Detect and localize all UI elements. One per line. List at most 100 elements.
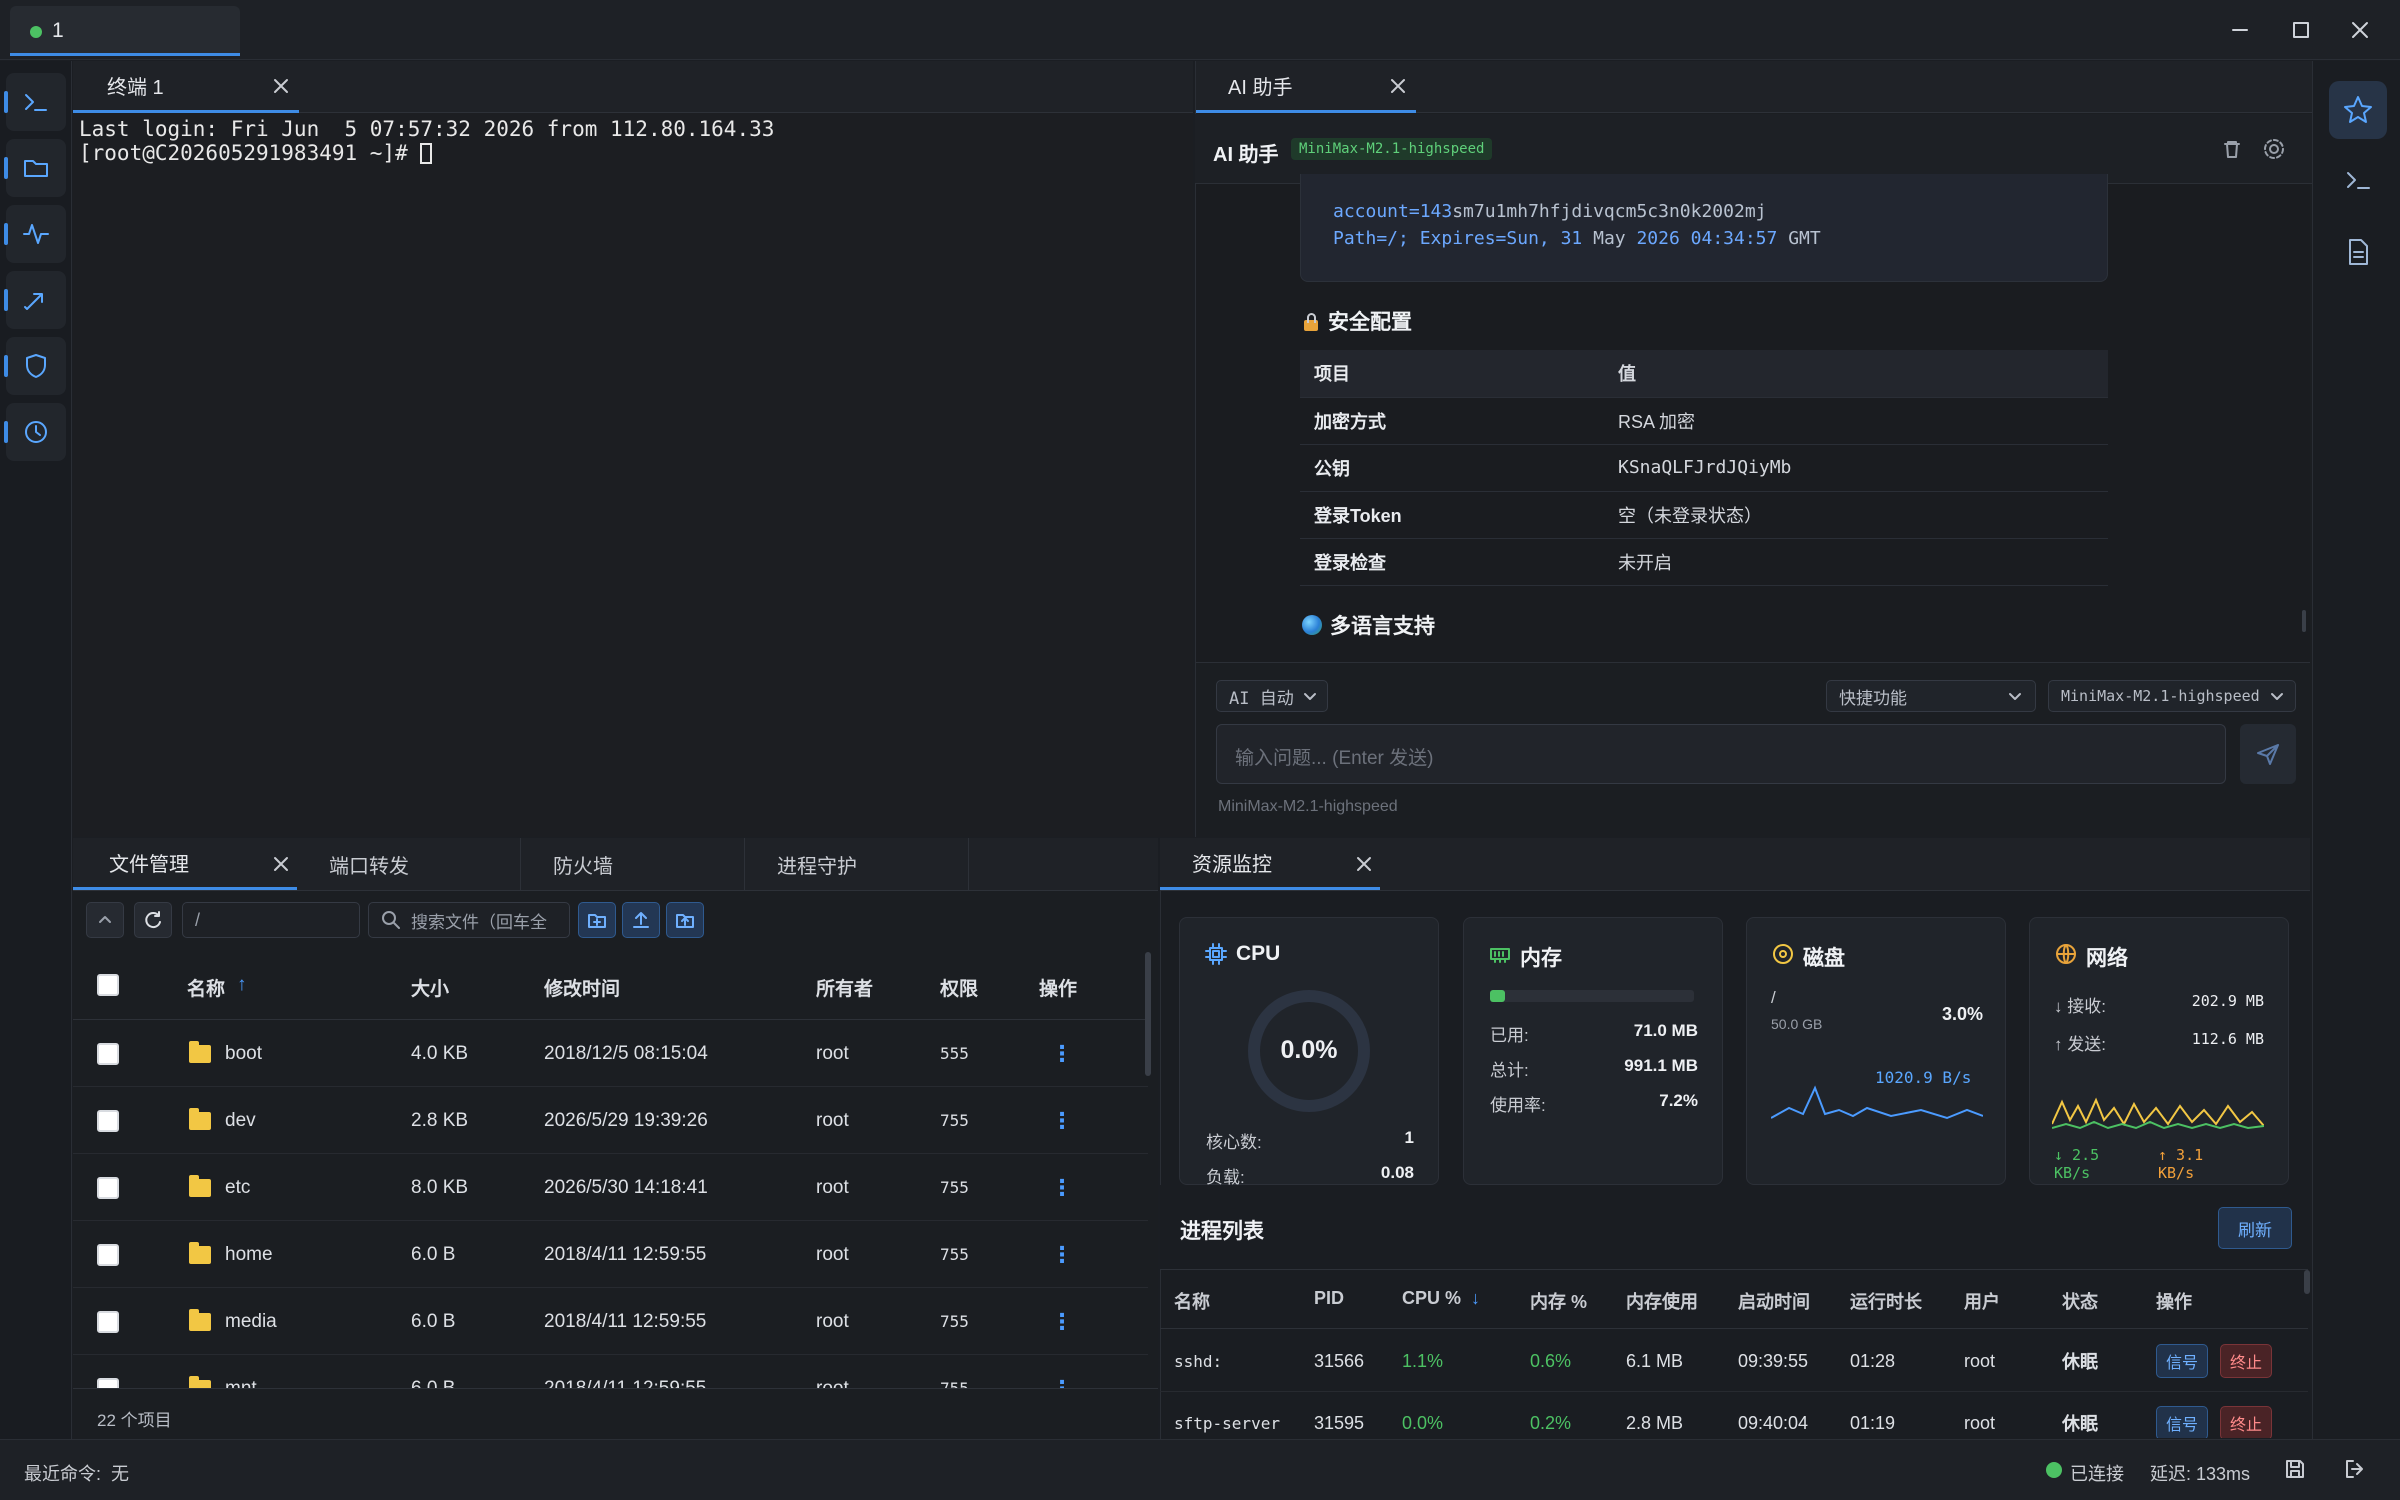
signal-button[interactable]: 信号 — [2156, 1344, 2208, 1378]
recent-label: 最近命令: — [24, 1464, 102, 1484]
close-file-tab-icon[interactable] — [269, 852, 293, 876]
minimize-button[interactable] — [2222, 12, 2258, 48]
notes-button[interactable] — [2329, 223, 2387, 281]
tab-terminal-1[interactable]: 终端 1 — [73, 61, 299, 113]
parent-dir-button[interactable] — [86, 902, 124, 938]
file-name-cell[interactable]: home — [189, 1221, 273, 1288]
tab-process-guard[interactable]: 进程守护 — [747, 838, 969, 890]
col-user[interactable]: 用户 — [1964, 1288, 2000, 1314]
file-name-cell[interactable]: dev — [189, 1087, 256, 1154]
divider — [1196, 662, 2310, 663]
file-row[interactable]: home 6.0 B 2018/4/11 12:59:55 root 755 ⋮ — [73, 1221, 1148, 1288]
chat-scrollbar[interactable] — [2302, 610, 2306, 632]
row-menu-icon[interactable]: ⋮ — [1051, 1221, 1073, 1288]
save-button[interactable] — [2282, 1456, 2308, 1482]
ai-settings-button[interactable] — [2261, 136, 2287, 162]
col-name[interactable]: 名称 — [1174, 1288, 1210, 1314]
close-window-button[interactable] — [2342, 12, 2378, 48]
col-state[interactable]: 状态 — [2062, 1288, 2098, 1314]
select-all-checkbox[interactable] — [97, 974, 119, 996]
sidebar-terminal-button[interactable] — [4, 73, 66, 131]
file-row[interactable]: mnt 6.0 B 2018/4/11 12:59:55 root 755 ⋮ — [73, 1355, 1148, 1388]
tab-resource-monitor[interactable]: 资源监控 — [1160, 838, 1380, 890]
close-monitor-tab-icon[interactable] — [1352, 852, 1376, 876]
row-menu-icon[interactable]: ⋮ — [1051, 1087, 1073, 1154]
file-owner: root — [816, 1176, 849, 1198]
tab-ai-assistant[interactable]: AI 助手 — [1196, 61, 1416, 113]
sidebar-security-button[interactable] — [4, 337, 66, 395]
tab-firewall[interactable]: 防火墙 — [523, 838, 745, 890]
send-button[interactable] — [2240, 724, 2296, 784]
col-mem-used[interactable]: 内存使用 — [1626, 1288, 1698, 1314]
row-checkbox-cell — [97, 1154, 119, 1221]
quick-function-select[interactable]: 快捷功能 — [1826, 680, 2036, 712]
tab-label: 防火墙 — [553, 855, 613, 878]
process-row[interactable]: sshd: 31566 1.1% 0.6% 6.1 MB 09:39:55 01:28 roo… — [1160, 1330, 2308, 1392]
path-input[interactable]: / — [182, 902, 360, 938]
perm-column-header[interactable]: 权限 — [940, 974, 978, 1001]
row-checkbox-cell — [97, 1020, 119, 1087]
file-row[interactable]: media 6.0 B 2018/4/11 12:59:55 root 755 ⋮ — [73, 1288, 1148, 1355]
quick-terminal-button[interactable] — [2329, 151, 2387, 209]
process-row[interactable]: sftp-server 31595 0.0% 0.2% 2.8 MB 09:40:04 01… — [1160, 1392, 2308, 1438]
logout-button[interactable] — [2342, 1456, 2368, 1482]
security-table: 项目值 加密方式 RSA 加密 公钥 KSnaQLFJrdJQiyMb 登录Toke… — [1300, 350, 2108, 586]
sidebar-forward-button[interactable] — [4, 271, 66, 329]
col-pid[interactable]: PID — [1314, 1288, 1344, 1309]
process-scrollbar[interactable] — [2304, 1270, 2310, 1294]
favorites-button[interactable] — [2329, 81, 2387, 139]
ai-question-input[interactable]: 输入问题... (Enter 发送) — [1216, 724, 2226, 784]
upload-folder-button[interactable] — [666, 902, 704, 938]
new-folder-button[interactable] — [578, 902, 616, 938]
row-checkbox[interactable] — [97, 1377, 119, 1388]
file-row[interactable]: etc 8.0 KB 2026/5/30 14:18:41 root 755 ⋮ — [73, 1154, 1148, 1221]
col-uptime[interactable]: 运行时长 — [1850, 1288, 1922, 1314]
row-checkbox[interactable] — [97, 1042, 119, 1065]
process-start-time: 09:39:55 — [1738, 1350, 1809, 1371]
close-ai-tab-icon[interactable] — [1386, 74, 1410, 98]
refresh-files-button[interactable] — [134, 902, 172, 938]
window-tab[interactable]: 1 — [10, 6, 240, 56]
row-checkbox[interactable] — [97, 1109, 119, 1132]
file-row[interactable]: dev 2.8 KB 2026/5/29 19:39:26 root 755 ⋮ — [73, 1087, 1148, 1154]
size-column-header[interactable]: 大小 — [411, 974, 449, 1001]
file-name-cell[interactable]: mnt — [189, 1355, 257, 1388]
col-cpu[interactable]: CPU % ↓ — [1402, 1288, 1480, 1309]
multilang-section-heading: 多语言支持 — [1302, 610, 1435, 640]
row-menu-icon[interactable]: ⋮ — [1051, 1020, 1073, 1087]
sidebar-files-button[interactable] — [4, 139, 66, 197]
ai-mode-select[interactable]: AI 自动 — [1216, 680, 1328, 712]
file-name-cell[interactable]: boot — [189, 1020, 262, 1087]
upload-button[interactable] — [622, 902, 660, 938]
kill-button[interactable]: 终止 — [2220, 1344, 2272, 1378]
terminal-output[interactable]: Last login: Fri Jun 5 07:57:32 2026 from… — [73, 113, 1193, 837]
file-search-input[interactable]: 搜索文件（回车全 — [368, 902, 570, 938]
col-start[interactable]: 启动时间 — [1738, 1288, 1810, 1314]
star-icon — [2344, 96, 2372, 123]
owner-column-header[interactable]: 所有者 — [816, 974, 873, 1001]
name-column-header[interactable]: 名称 ↑ — [187, 974, 247, 1001]
maximize-button[interactable] — [2282, 12, 2318, 48]
row-menu-icon[interactable]: ⋮ — [1051, 1154, 1073, 1221]
row-checkbox[interactable] — [97, 1310, 119, 1333]
model-select[interactable]: MiniMax-M2.1-highspeed — [2048, 680, 2296, 712]
mtime-column-header[interactable]: 修改时间 — [544, 974, 620, 1001]
refresh-processes-button[interactable]: 刷新 — [2218, 1207, 2292, 1249]
row-checkbox[interactable] — [97, 1243, 119, 1266]
sidebar-monitor-button[interactable] — [4, 205, 66, 263]
tab-port-forward[interactable]: 端口转发 — [299, 838, 521, 890]
signal-button[interactable]: 信号 — [2156, 1406, 2208, 1438]
kill-button[interactable]: 终止 — [2220, 1406, 2272, 1438]
close-terminal-tab-icon[interactable] — [269, 74, 293, 98]
tab-file-manager[interactable]: 文件管理 — [73, 838, 297, 890]
row-menu-icon[interactable]: ⋮ — [1051, 1288, 1073, 1355]
file-name-cell[interactable]: media — [189, 1288, 277, 1355]
process-name: sshd: — [1174, 1351, 1223, 1371]
sidebar-history-button[interactable] — [4, 403, 66, 461]
file-row[interactable]: boot 4.0 KB 2018/12/5 08:15:04 root 555 ⋮ — [73, 1020, 1148, 1087]
clear-chat-button[interactable] — [2219, 136, 2245, 162]
row-checkbox[interactable] — [97, 1176, 119, 1199]
row-menu-icon[interactable]: ⋮ — [1051, 1355, 1073, 1389]
file-name-cell[interactable]: etc — [189, 1154, 250, 1221]
col-mem[interactable]: 内存 % — [1530, 1288, 1587, 1314]
